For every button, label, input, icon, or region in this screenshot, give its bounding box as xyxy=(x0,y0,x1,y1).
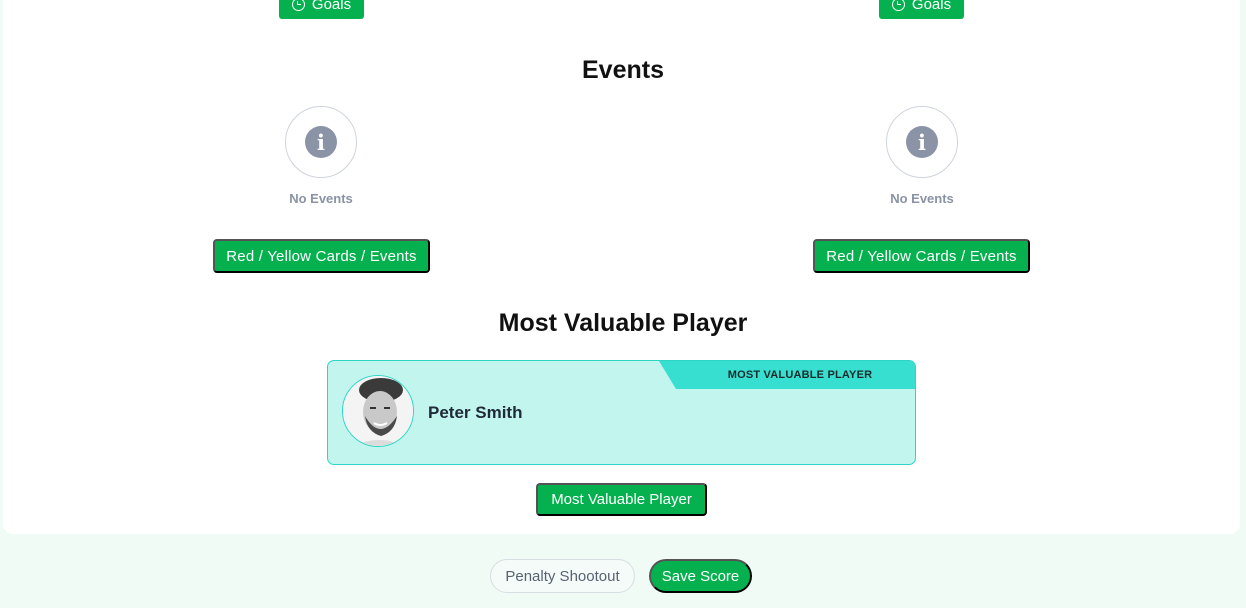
player-photo xyxy=(343,376,413,446)
no-events-text-away: No Events xyxy=(890,191,954,206)
goals-button-away[interactable]: Goals xyxy=(879,0,964,19)
events-empty-home: i xyxy=(285,106,357,178)
goals-button-label: Goals xyxy=(911,0,952,13)
events-title: Events xyxy=(582,56,664,84)
cards-events-button-home[interactable]: Red / Yellow Cards / Events xyxy=(213,239,430,273)
avatar xyxy=(342,375,414,447)
player-name: Peter Smith xyxy=(428,403,523,422)
mvp-ribbon: MOST VALUABLE PLAYER xyxy=(659,361,915,389)
goals-button-home[interactable]: Goals xyxy=(279,0,364,19)
mvp-player-card: MOST VALUABLE PLAYER Peter Smith xyxy=(327,360,916,465)
info-icon: i xyxy=(906,126,938,158)
clock-icon xyxy=(891,0,905,11)
no-events-text-home: No Events xyxy=(289,191,353,206)
info-icon: i xyxy=(305,126,337,158)
cards-events-button-away[interactable]: Red / Yellow Cards / Events xyxy=(813,239,1030,273)
mvp-button[interactable]: Most Valuable Player xyxy=(536,483,707,516)
events-empty-away: i xyxy=(886,106,958,178)
save-score-button[interactable]: Save Score xyxy=(649,559,752,593)
clock-icon xyxy=(291,0,305,11)
mvp-title: Most Valuable Player xyxy=(498,309,748,337)
goals-button-label: Goals xyxy=(311,0,352,13)
penalty-shootout-button[interactable]: Penalty Shootout xyxy=(490,559,635,593)
